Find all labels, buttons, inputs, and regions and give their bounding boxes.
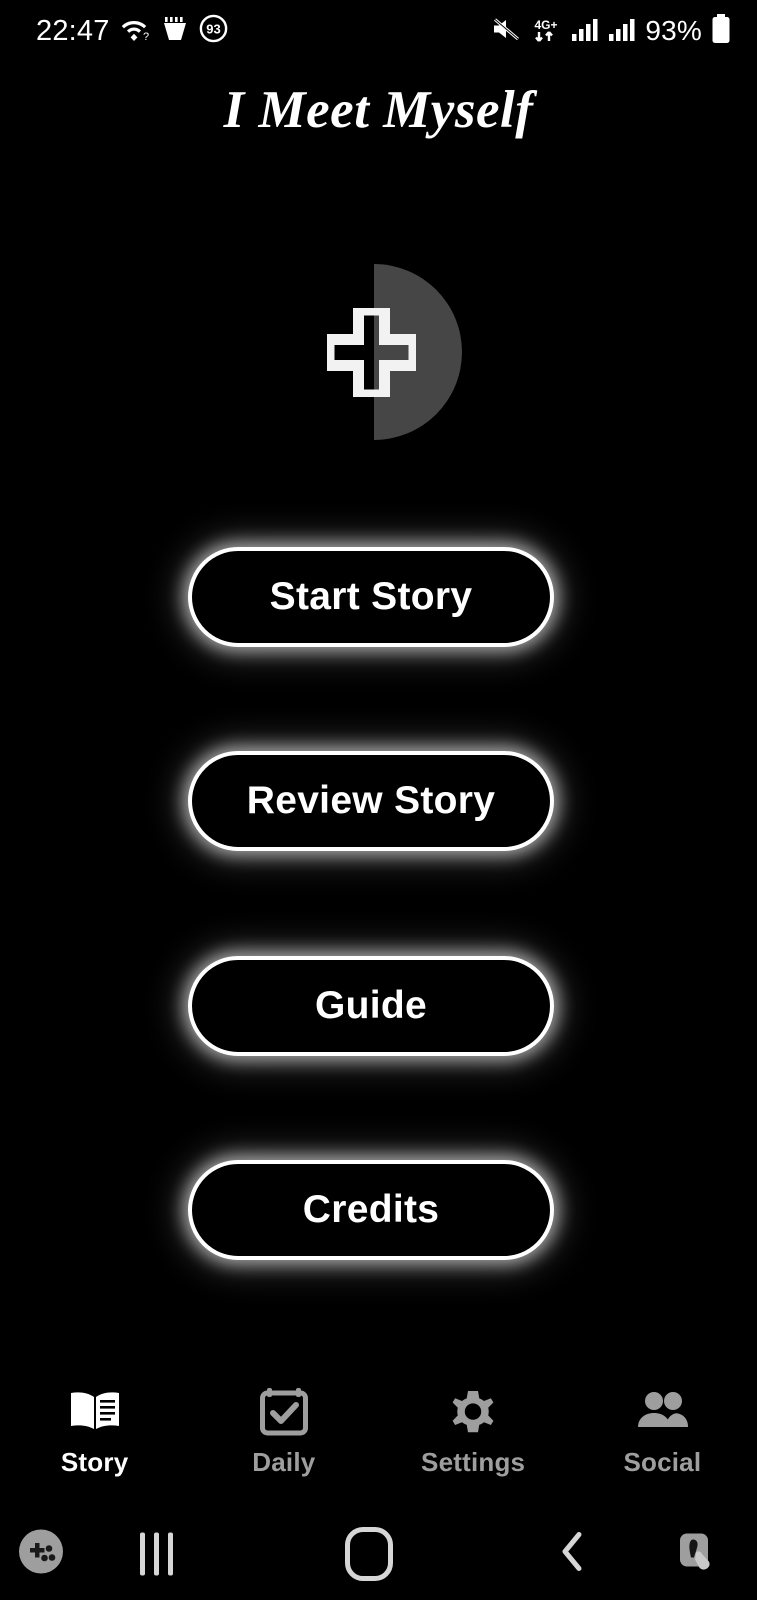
recents-bar-2 <box>154 1532 159 1576</box>
android-nav-bar <box>0 1508 757 1600</box>
review-story-button[interactable]: Review Story <box>188 751 554 851</box>
home-square-shape <box>345 1527 393 1581</box>
network-type-text: 4G+ <box>535 18 558 32</box>
status-clock: 22:47 <box>36 14 110 47</box>
start-story-button[interactable]: Start Story <box>188 547 554 647</box>
status-bar: 22:47 ? 93 4G+ 93% <box>0 0 757 62</box>
data-transfer-icon: 4G+ <box>530 17 562 45</box>
credits-button[interactable]: Credits <box>188 1160 554 1260</box>
game-launcher-icon[interactable] <box>16 1527 66 1582</box>
recents-bar-1 <box>140 1532 145 1576</box>
app-logo <box>0 264 757 440</box>
battery-icon <box>711 13 731 49</box>
home-icon[interactable] <box>345 1527 393 1581</box>
phone-screen: 22:47 ? 93 4G+ 93% I Meet Myself Start S… <box>0 0 757 1600</box>
tab-daily-label: Daily <box>252 1447 316 1477</box>
recents-icon[interactable] <box>140 1532 173 1576</box>
guide-button[interactable]: Guide <box>188 956 554 1056</box>
wifi-question-icon: ? <box>121 16 151 47</box>
guide-label: Guide <box>314 984 427 1027</box>
mute-icon <box>491 16 521 47</box>
people-group-icon <box>633 1383 691 1439</box>
badge-count-icon: 93 <box>199 14 228 48</box>
page-title: I Meet Myself <box>223 81 534 139</box>
calendar-check-icon <box>258 1383 310 1439</box>
credits-label: Credits <box>302 1188 440 1231</box>
tab-daily[interactable]: Daily <box>189 1378 378 1488</box>
open-book-icon <box>67 1383 123 1439</box>
tab-story[interactable]: Story <box>0 1378 189 1488</box>
review-story-label: Review Story <box>246 779 496 822</box>
tab-social[interactable]: Social <box>568 1378 757 1488</box>
status-bar-left: 22:47 ? 93 <box>36 14 228 48</box>
back-icon[interactable] <box>556 1527 588 1582</box>
badge-count-text: 93 <box>206 22 220 37</box>
battery-percent-text: 93% <box>645 15 702 46</box>
app-notification-icon <box>162 15 188 47</box>
status-bar-right: 4G+ 93% <box>491 13 731 49</box>
tab-story-label: Story <box>60 1447 129 1477</box>
start-story-label: Start Story <box>269 575 473 618</box>
gear-icon <box>447 1383 499 1439</box>
bottom-tab-bar: Story Daily Settings Social <box>0 1378 757 1488</box>
svg-text:?: ? <box>143 31 149 42</box>
plus-icon <box>327 308 416 397</box>
tab-settings[interactable]: Settings <box>379 1378 568 1488</box>
tab-settings-label: Settings <box>421 1447 526 1477</box>
signal-bars-icon-2 <box>608 16 636 47</box>
signal-bars-icon-1 <box>571 16 599 47</box>
recents-bar-3 <box>168 1532 173 1576</box>
screenshot-touch-icon[interactable] <box>672 1527 722 1582</box>
tab-social-label: Social <box>623 1447 702 1477</box>
